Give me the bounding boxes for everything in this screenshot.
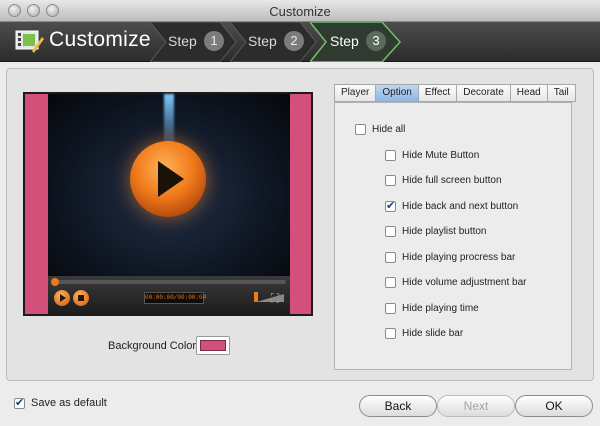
step-number: 3 <box>366 31 386 51</box>
seek-knob[interactable] <box>51 278 59 286</box>
checkbox[interactable] <box>385 175 396 186</box>
checkbox[interactable] <box>385 328 396 339</box>
option-hide-playlist[interactable]: Hide playlist button <box>385 226 487 237</box>
step-label: Step <box>248 33 277 49</box>
header-title: Customize <box>49 28 151 51</box>
checkbox[interactable] <box>385 303 396 314</box>
stop-icon[interactable] <box>73 290 89 306</box>
player-controls: 00:00:00/00:00:04 ⛶ <box>48 276 290 314</box>
option-label: Hide slide bar <box>402 328 464 339</box>
checkmark-icon: ✔ <box>15 396 25 409</box>
option-hide-all[interactable]: Hide all <box>355 124 405 135</box>
save-default-label: Save as default <box>31 397 107 409</box>
option-label: Hide all <box>372 124 406 135</box>
next-button[interactable]: Next <box>437 395 515 417</box>
checkbox[interactable] <box>385 277 396 288</box>
option-hide-time[interactable]: Hide playing time <box>385 303 479 314</box>
checkbox[interactable] <box>385 226 396 237</box>
step-1: Step 1 <box>150 22 238 62</box>
option-label: Hide Mute Button <box>402 150 480 161</box>
option-hide-fullscreen[interactable]: Hide full screen button <box>385 175 502 186</box>
checkbox[interactable] <box>385 252 396 263</box>
video-area <box>48 94 290 276</box>
step-2: Step 2 <box>230 22 318 62</box>
save-as-default[interactable]: ✔ Save as default <box>14 397 107 409</box>
option-label: Hide back and next button <box>402 201 519 212</box>
option-panel: Hide all Hide Mute Button Hide full scre… <box>334 102 572 370</box>
bg-color-label: Background Color: <box>108 340 200 352</box>
tab-tail[interactable]: Tail <box>546 84 576 102</box>
checkmark-icon: ✔ <box>386 200 396 212</box>
option-hide-slide[interactable]: Hide slide bar <box>385 328 463 339</box>
option-label: Hide playlist button <box>402 226 487 237</box>
step-label: Step <box>330 33 359 49</box>
option-label: Hide full screen button <box>402 175 502 186</box>
option-hide-progress[interactable]: Hide playing procress bar <box>385 252 515 263</box>
film-icon <box>15 30 44 53</box>
tab-player[interactable]: Player <box>334 84 376 102</box>
tab-effect[interactable]: Effect <box>417 84 457 102</box>
tab-option[interactable]: Option <box>375 84 418 102</box>
option-label: Hide volume adjustment bar <box>402 277 527 288</box>
option-label: Hide playing procress bar <box>402 252 516 263</box>
checkbox[interactable]: ✔ <box>385 201 396 212</box>
window-title: Customize <box>269 4 331 19</box>
checkbox[interactable] <box>385 150 396 161</box>
bg-color-swatch <box>200 340 226 351</box>
light-beam <box>164 94 174 142</box>
player-preview: 00:00:00/00:00:04 ⛶ <box>23 92 313 316</box>
option-hide-back-next[interactable]: ✔ Hide back and next button <box>385 201 518 212</box>
play-icon[interactable] <box>130 141 206 217</box>
step-3: Step 3 <box>310 22 402 62</box>
tab-head[interactable]: Head <box>509 84 547 102</box>
tab-decorate[interactable]: Decorate <box>456 84 510 102</box>
step-number: 2 <box>284 31 304 51</box>
settings-tabs: Player Option Effect Decorate Head Tail <box>334 84 576 102</box>
ok-button[interactable]: OK <box>515 395 593 417</box>
title-bar: Customize <box>0 0 600 22</box>
time-display: 00:00:00/00:00:04 <box>144 292 206 304</box>
step-label: Step <box>168 33 197 49</box>
fullscreen-icon[interactable]: ⛶ <box>268 291 282 305</box>
seek-bar[interactable] <box>51 278 286 286</box>
option-hide-volume[interactable]: Hide volume adjustment bar <box>385 277 527 288</box>
checkbox[interactable]: ✔ <box>14 396 25 409</box>
play-icon[interactable] <box>54 290 70 306</box>
step-number: 1 <box>204 31 224 51</box>
volume-knob[interactable] <box>254 292 258 302</box>
checkbox[interactable] <box>355 124 366 135</box>
option-hide-mute[interactable]: Hide Mute Button <box>385 150 479 161</box>
bg-color-picker[interactable] <box>196 336 230 355</box>
wizard-header: Customize Step 1 Step 2 Step 3 <box>0 22 600 62</box>
back-button[interactable]: Back <box>359 395 437 417</box>
option-label: Hide playing time <box>402 303 479 314</box>
